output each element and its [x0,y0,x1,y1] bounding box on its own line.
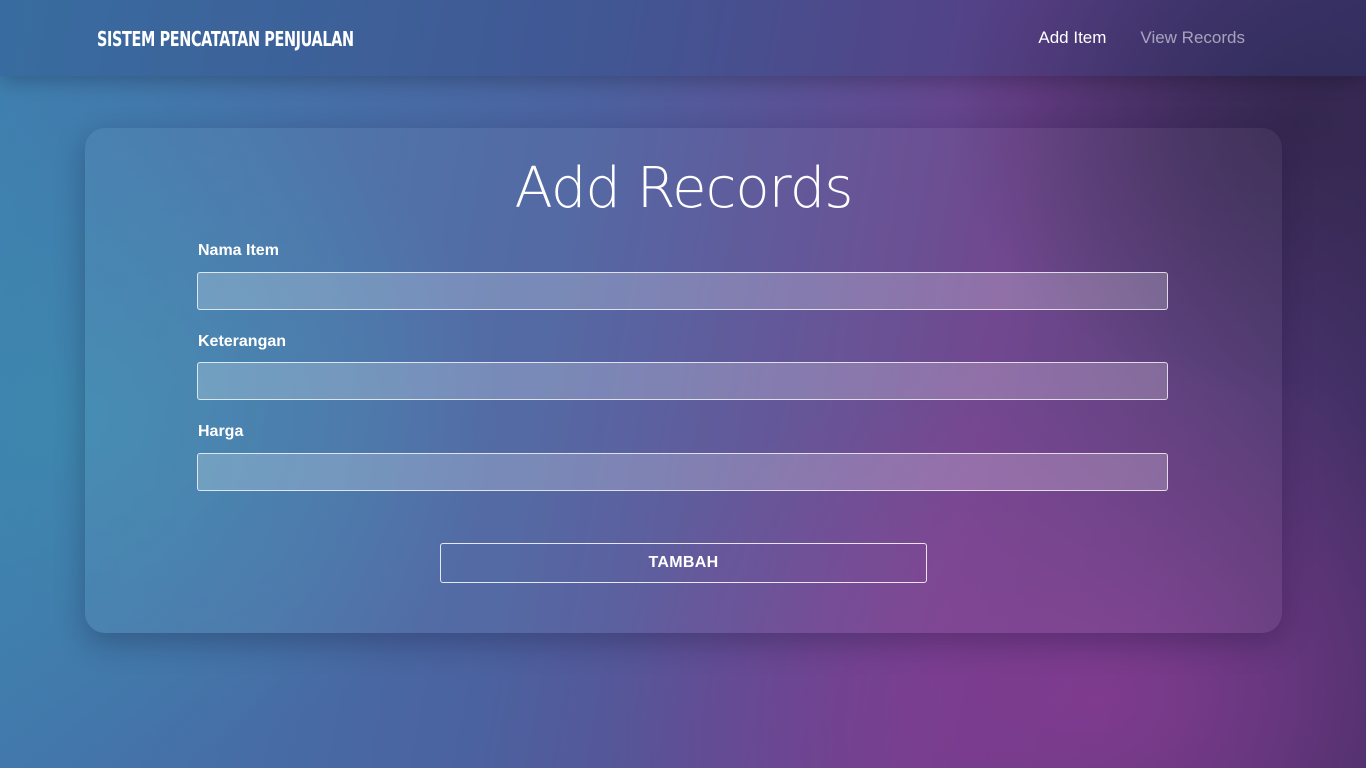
nav-link-view-records[interactable]: View Records [1140,27,1245,49]
page-title: Add Records [514,156,854,221]
add-records-card: Add Records Nama Item Keterangan Harga T… [85,128,1282,633]
keterangan-label: Keterangan [198,333,287,350]
brand-title[interactable]: SISTEM PENCATATAN PENJUALAN [97,26,354,52]
keterangan-input[interactable] [197,362,1168,400]
harga-input[interactable] [197,453,1168,491]
nav-link-add-item[interactable]: Add Item [1038,27,1106,49]
tambah-button[interactable]: TAMBAH [440,543,927,583]
nav-links: Add Item View Records [1038,27,1245,49]
harga-label: Harga [198,423,244,440]
top-navbar: SISTEM PENCATATAN PENJUALAN Add Item Vie… [0,0,1366,76]
nama-item-input[interactable] [197,272,1168,310]
nama-item-label: Nama Item [198,242,279,259]
